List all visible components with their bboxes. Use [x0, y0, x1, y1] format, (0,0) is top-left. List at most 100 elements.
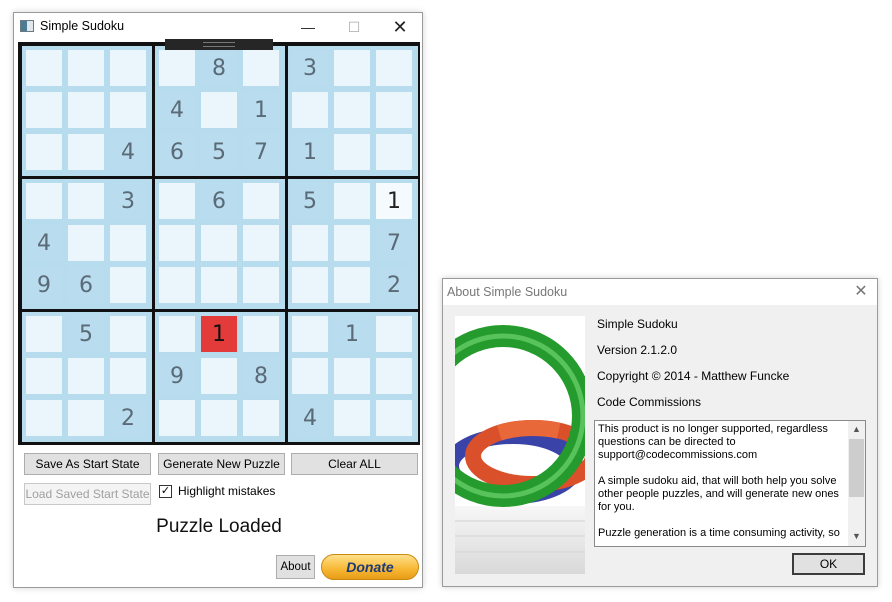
description-textbox[interactable]: This product is no longer supported, reg…: [594, 420, 866, 547]
maximize-button[interactable]: ☐: [332, 13, 376, 41]
sudoku-cell[interactable]: 3: [110, 183, 146, 219]
donate-button[interactable]: Donate: [321, 554, 419, 580]
sudoku-cell[interactable]: 9: [159, 358, 195, 394]
sudoku-cell[interactable]: 2: [110, 400, 146, 436]
scrollbar-thumb[interactable]: [849, 439, 864, 497]
sudoku-cell[interactable]: [292, 225, 328, 261]
sudoku-cell[interactable]: [68, 92, 104, 128]
about-button[interactable]: About: [276, 555, 315, 579]
highlight-mistakes-label[interactable]: Highlight mistakes: [178, 484, 275, 498]
sudoku-cell[interactable]: 7: [243, 134, 279, 170]
minimize-button[interactable]: —: [286, 13, 330, 41]
clear-all-button[interactable]: Clear ALL: [291, 453, 418, 475]
sudoku-cell[interactable]: [292, 267, 328, 303]
sudoku-cell[interactable]: [68, 50, 104, 86]
sudoku-cell[interactable]: [376, 400, 412, 436]
sudoku-cell[interactable]: [159, 225, 195, 261]
sudoku-cell[interactable]: [201, 92, 237, 128]
sudoku-cell[interactable]: [243, 50, 279, 86]
sudoku-cell[interactable]: [26, 134, 62, 170]
sudoku-cell[interactable]: [68, 134, 104, 170]
sudoku-cell[interactable]: [110, 316, 146, 352]
sudoku-cell[interactable]: [159, 316, 195, 352]
dialog-close-button[interactable]: ✕: [851, 281, 871, 301]
sudoku-cell[interactable]: [201, 267, 237, 303]
sudoku-cell[interactable]: [26, 358, 62, 394]
sudoku-cell[interactable]: [26, 183, 62, 219]
sudoku-cell[interactable]: [334, 134, 370, 170]
sudoku-cell[interactable]: 4: [26, 225, 62, 261]
sudoku-cell[interactable]: [243, 267, 279, 303]
sudoku-cell[interactable]: [376, 358, 412, 394]
sudoku-cell[interactable]: [110, 358, 146, 394]
description-scrollbar[interactable]: ▲ ▼: [848, 421, 865, 546]
sudoku-cell[interactable]: 4: [292, 400, 328, 436]
ok-button[interactable]: OK: [792, 553, 865, 575]
sudoku-cell[interactable]: [243, 225, 279, 261]
sudoku-cell[interactable]: 2: [376, 267, 412, 303]
sudoku-cell[interactable]: 9: [26, 267, 62, 303]
sudoku-cell[interactable]: [376, 316, 412, 352]
sudoku-cell[interactable]: [26, 316, 62, 352]
drag-grip[interactable]: [165, 39, 273, 50]
sudoku-cell[interactable]: [243, 183, 279, 219]
sudoku-cell[interactable]: [26, 400, 62, 436]
sudoku-cell[interactable]: [334, 225, 370, 261]
sudoku-cell[interactable]: [26, 50, 62, 86]
sudoku-cell[interactable]: 6: [68, 267, 104, 303]
scroll-down-arrow-icon[interactable]: ▼: [848, 528, 865, 544]
sudoku-cell[interactable]: 5: [68, 316, 104, 352]
sudoku-cell[interactable]: 7: [376, 225, 412, 261]
sudoku-cell[interactable]: [159, 50, 195, 86]
sudoku-cell[interactable]: 4: [110, 134, 146, 170]
sudoku-cell[interactable]: [68, 183, 104, 219]
sudoku-cell[interactable]: 1: [243, 92, 279, 128]
sudoku-cell[interactable]: 8: [201, 50, 237, 86]
sudoku-cell[interactable]: [243, 400, 279, 436]
sudoku-cell[interactable]: [110, 225, 146, 261]
sudoku-cell[interactable]: [201, 400, 237, 436]
scroll-up-arrow-icon[interactable]: ▲: [848, 421, 865, 437]
sudoku-cell[interactable]: [68, 358, 104, 394]
sudoku-cell[interactable]: [110, 92, 146, 128]
sudoku-cell[interactable]: [334, 267, 370, 303]
sudoku-cell[interactable]: [201, 225, 237, 261]
sudoku-cell[interactable]: 8: [243, 358, 279, 394]
sudoku-cell[interactable]: [292, 316, 328, 352]
sudoku-cell[interactable]: [110, 50, 146, 86]
sudoku-cell[interactable]: 5: [292, 183, 328, 219]
sudoku-cell[interactable]: 1: [292, 134, 328, 170]
sudoku-cell[interactable]: [68, 225, 104, 261]
sudoku-cell[interactable]: [334, 358, 370, 394]
sudoku-cell[interactable]: [159, 183, 195, 219]
sudoku-cell[interactable]: 1: [376, 183, 412, 219]
sudoku-cell[interactable]: 4: [159, 92, 195, 128]
close-button[interactable]: ✕: [378, 13, 422, 41]
sudoku-cell[interactable]: 1: [201, 316, 237, 352]
sudoku-cell[interactable]: 6: [201, 183, 237, 219]
sudoku-cell[interactable]: 3: [292, 50, 328, 86]
sudoku-cell[interactable]: 5: [201, 134, 237, 170]
sudoku-cell[interactable]: [376, 134, 412, 170]
highlight-mistakes-checkbox[interactable]: ✓: [159, 485, 172, 498]
sudoku-cell[interactable]: [201, 358, 237, 394]
sudoku-cell[interactable]: [68, 400, 104, 436]
sudoku-cell[interactable]: [243, 316, 279, 352]
load-saved-start-state-button[interactable]: Load Saved Start State: [24, 483, 151, 505]
sudoku-cell[interactable]: [376, 50, 412, 86]
generate-puzzle-button[interactable]: Generate New Puzzle: [158, 453, 285, 475]
sudoku-cell[interactable]: [292, 358, 328, 394]
sudoku-cell[interactable]: [376, 92, 412, 128]
sudoku-cell[interactable]: [334, 400, 370, 436]
sudoku-cell[interactable]: [334, 183, 370, 219]
sudoku-cell[interactable]: [110, 267, 146, 303]
sudoku-cell[interactable]: [292, 92, 328, 128]
sudoku-cell[interactable]: [159, 267, 195, 303]
save-start-state-button[interactable]: Save As Start State: [24, 453, 151, 475]
sudoku-cell[interactable]: 6: [159, 134, 195, 170]
sudoku-cell[interactable]: [26, 92, 62, 128]
sudoku-cell[interactable]: 1: [334, 316, 370, 352]
sudoku-cell[interactable]: [334, 92, 370, 128]
sudoku-cell[interactable]: [159, 400, 195, 436]
sudoku-cell[interactable]: [334, 50, 370, 86]
